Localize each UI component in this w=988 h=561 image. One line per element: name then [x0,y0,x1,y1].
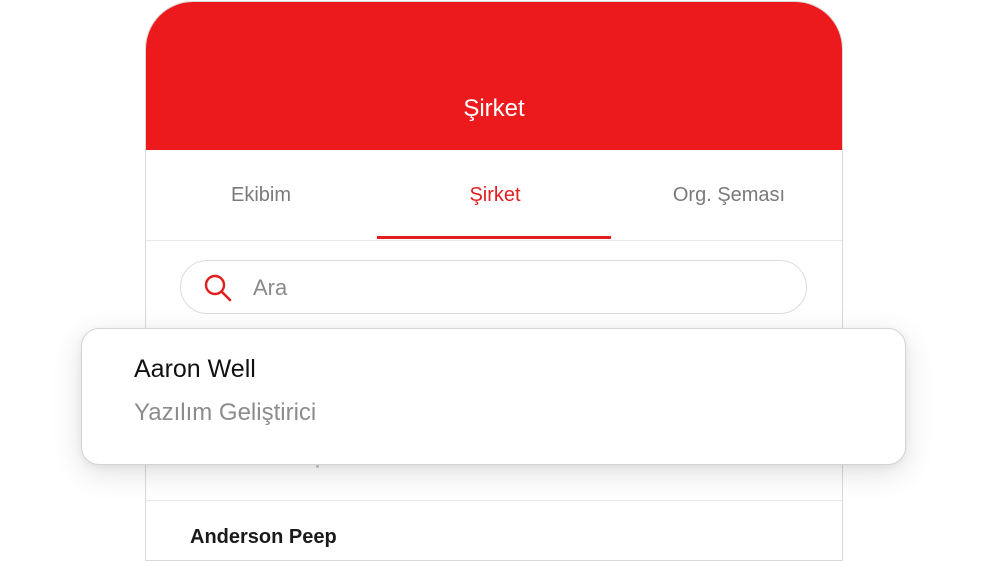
employee-name: Aaron Well [134,355,256,383]
active-tab-indicator [377,236,611,239]
tab-bar: Ekibim Şirket Org. Şeması [146,150,842,241]
tab-org-semasi[interactable]: Org. Şeması [612,150,842,240]
employee-role: Yazılım Geliştirici [134,399,317,426]
phone-frame: Şirket Ekibim Şirket Org. Şeması Anderso… [145,1,843,561]
employee-card[interactable]: Aaron Well Yazılım Geliştirici [81,328,906,465]
tab-ekibim[interactable]: Ekibim [146,150,378,240]
page-title: Şirket [463,95,525,122]
search-icon [204,274,232,302]
list-divider [146,500,842,501]
app-header: Şirket [146,2,842,150]
tab-sirket[interactable]: Şirket [378,150,612,240]
search-bar[interactable] [180,260,807,314]
search-input[interactable] [251,269,775,307]
